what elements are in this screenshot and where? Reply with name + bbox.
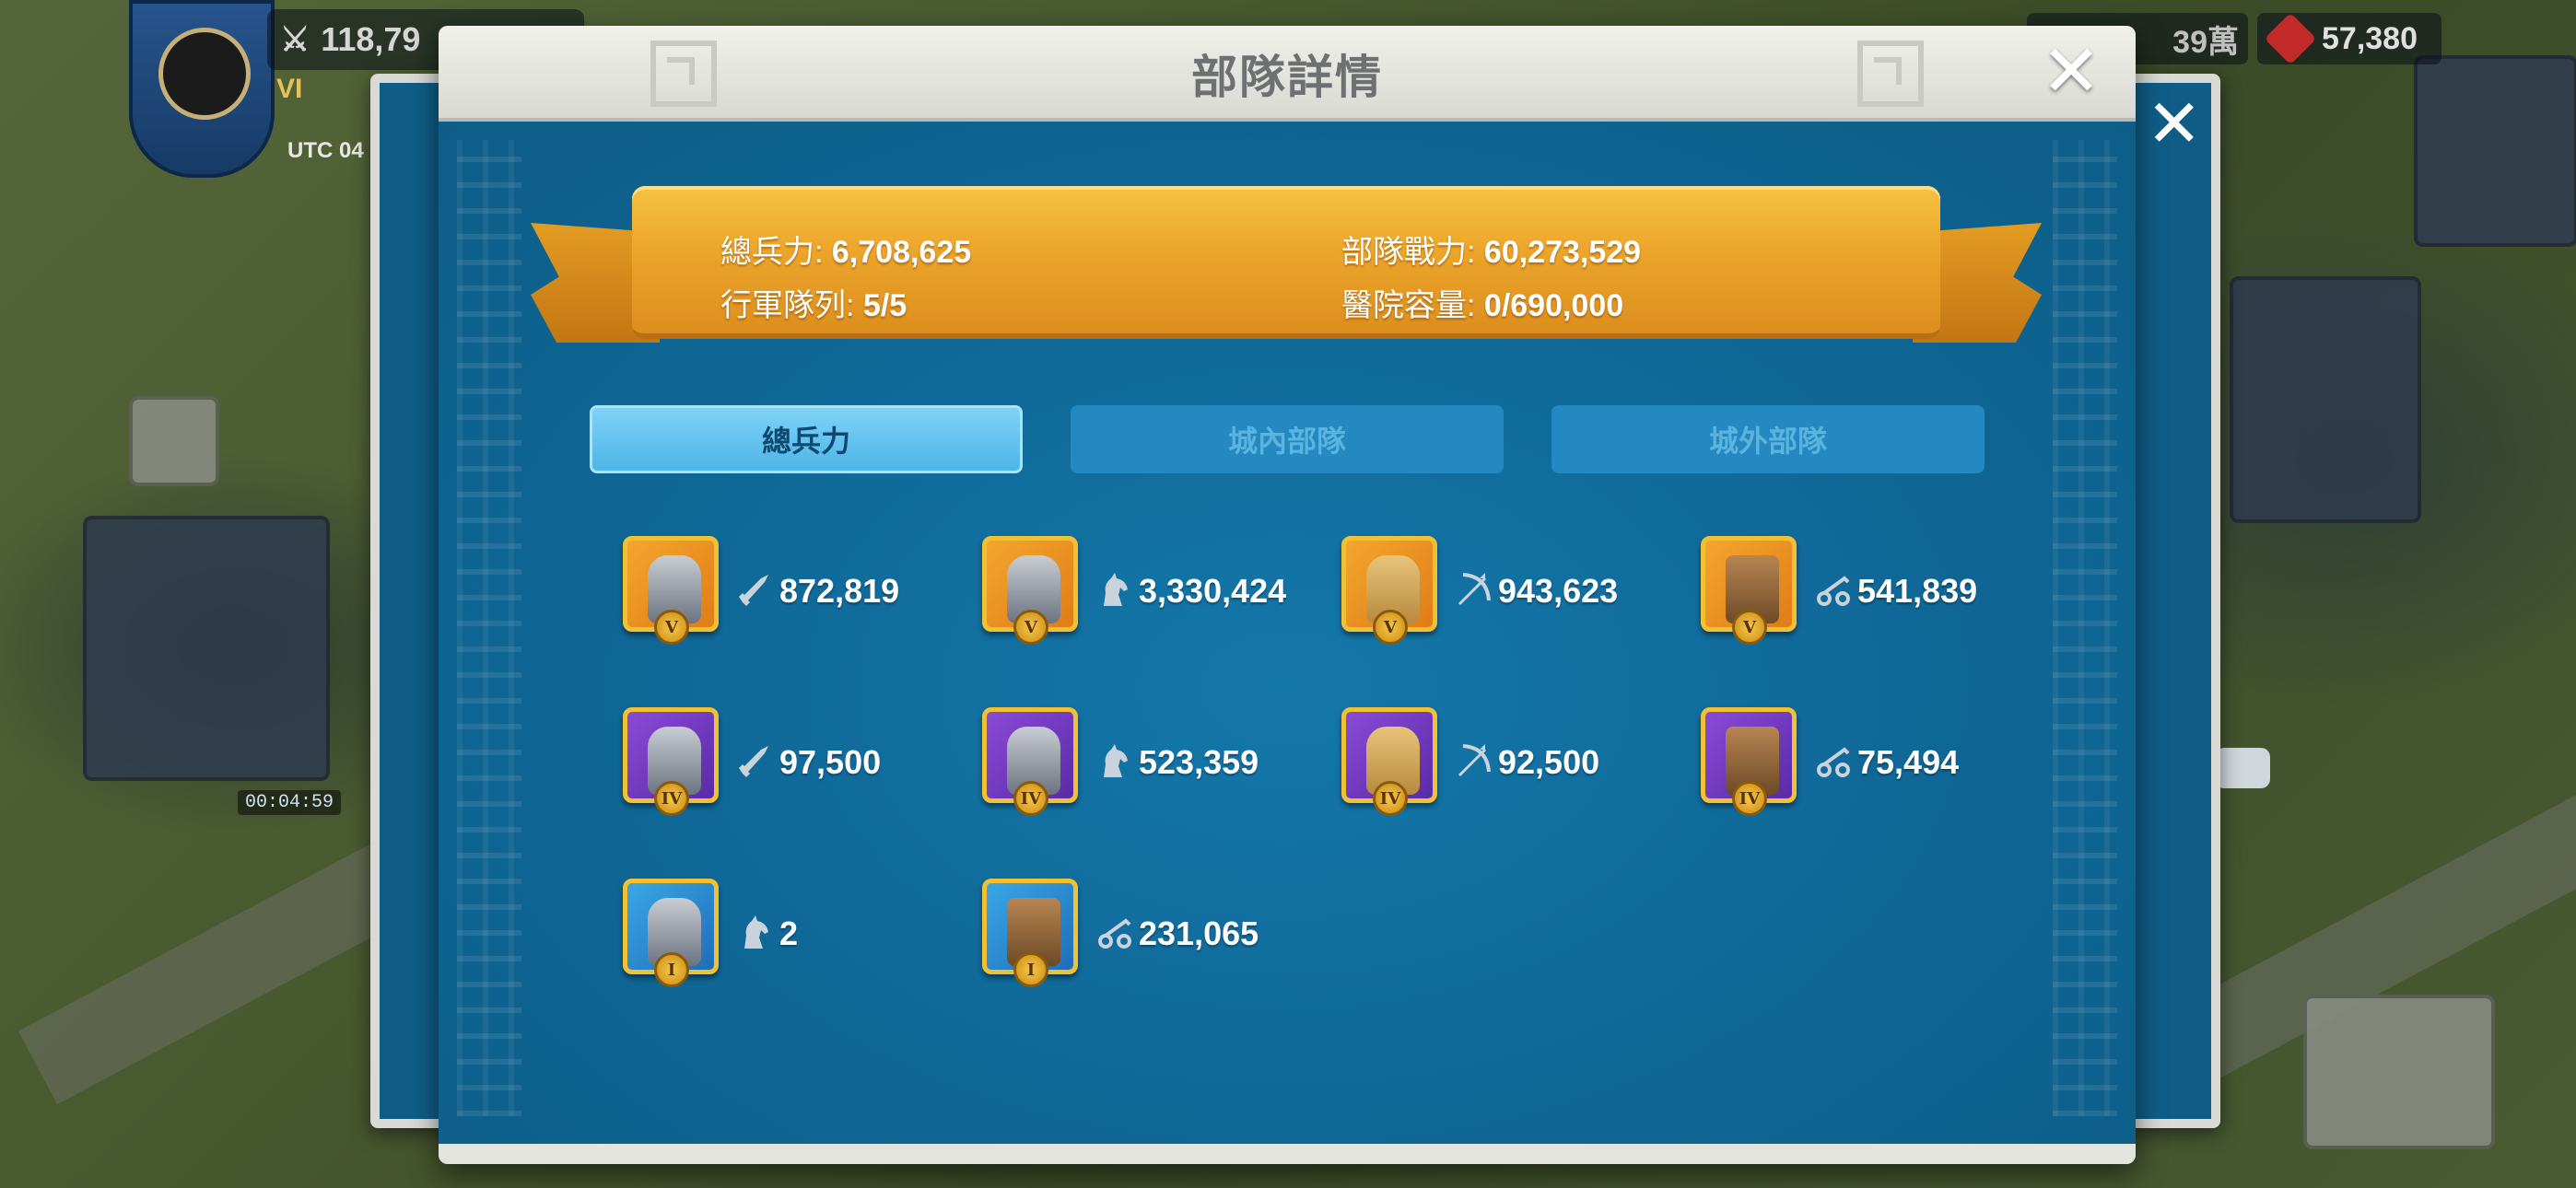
archer-bow-icon	[1437, 571, 1498, 611]
tier-badge: IV	[1013, 781, 1048, 816]
troop-portrait[interactable]: IV	[623, 707, 719, 818]
troop-count: 872,819	[779, 572, 900, 610]
march-queue-stat: 行軍隊列: 5/5	[720, 288, 907, 323]
troop-entry-archer-tier-v[interactable]: V 943,623	[1341, 536, 1618, 646]
summary-ribbon: 總兵力: 6,708,625 部隊戰力: 60,273,529 行軍隊列: 5/…	[531, 186, 2042, 361]
troop-entry-cavalry-tier-iv[interactable]: IV 523,359	[982, 707, 1259, 818]
tier-badge: IV	[1373, 781, 1408, 816]
troop-portrait[interactable]: I	[623, 879, 719, 989]
troop-count: 92,500	[1498, 743, 1600, 781]
infantry-sword-icon	[719, 571, 779, 611]
troop-entry-archer-tier-iv[interactable]: IV 92,500	[1341, 707, 1599, 818]
troop-count: 75,494	[1857, 743, 1960, 781]
siege-catapult-icon	[1797, 571, 1857, 611]
dialog-title: 部隊詳情	[1191, 51, 1383, 104]
vip-badge[interactable]: VI	[276, 74, 302, 105]
troop-details-dialog: 部隊詳情 ✕ 總兵力: 6,708,625 部隊戰力: 60,273,529 行…	[439, 26, 2136, 1164]
resource-value: 39萬	[2172, 24, 2239, 60]
troop-portrait[interactable]: V	[623, 536, 719, 646]
key-border-left	[457, 140, 521, 1116]
key-border-right	[2053, 140, 2117, 1116]
troop-count: 3,330,424	[1139, 572, 1287, 610]
gem-icon	[2264, 12, 2317, 65]
close-icon[interactable]: ✕	[2147, 85, 2202, 162]
tier-badge: V	[1732, 610, 1767, 645]
troop-portrait[interactable]: V	[1701, 536, 1797, 646]
siege-catapult-icon	[1797, 742, 1857, 783]
troop-entry-infantry-tier-v[interactable]: V 872,819	[623, 536, 899, 646]
troop-portrait[interactable]: IV	[1701, 707, 1797, 818]
tier-badge: I	[1013, 952, 1048, 987]
infantry-sword-icon	[719, 742, 779, 783]
troop-entry-siege-tier-v[interactable]: V 541,839	[1701, 536, 1977, 646]
cavalry-horse-icon	[1078, 742, 1139, 783]
troop-entry-siege-tier-i[interactable]: I 231,065	[982, 879, 1259, 989]
gem-count: 57,380	[2322, 20, 2418, 56]
troop-count: 943,623	[1498, 572, 1619, 610]
hospital-capacity-stat: 醫院容量: 0/690,000	[1341, 288, 1624, 323]
tier-badge: V	[1373, 610, 1408, 645]
troop-portrait[interactable]: IV	[982, 707, 1078, 818]
troop-portrait[interactable]: V	[982, 536, 1078, 646]
tab-total-troops[interactable]: 總兵力	[590, 405, 1023, 473]
player-avatar[interactable]	[158, 28, 251, 120]
archer-bow-icon	[1437, 742, 1498, 783]
siege-catapult-icon	[1078, 914, 1139, 954]
cavalry-horse-icon	[719, 914, 779, 954]
close-button[interactable]: ✕	[2034, 35, 2108, 109]
tier-badge: I	[654, 952, 689, 987]
dialog-header: 部隊詳情 ✕	[439, 26, 2136, 122]
troop-power-stat: 部隊戰力: 60,273,529	[1341, 235, 1642, 270]
dialog-footer	[439, 1144, 2136, 1164]
troop-count: 523,359	[1139, 743, 1259, 781]
tier-badge: V	[654, 610, 689, 645]
power-icon: ⚔	[280, 20, 310, 58]
tier-badge: V	[1013, 610, 1048, 645]
chat-bubble-icon[interactable]	[2215, 748, 2270, 788]
troop-count: 97,500	[779, 743, 882, 781]
tier-badge: IV	[1732, 781, 1767, 816]
troop-entry-infantry-tier-iv[interactable]: IV 97,500	[623, 707, 881, 818]
troop-portrait[interactable]: IV	[1341, 707, 1437, 818]
troop-count: 541,839	[1857, 572, 1978, 610]
gem-display[interactable]: 57,380	[2257, 12, 2441, 65]
tab-outside-city[interactable]: 城外部隊	[1551, 405, 1985, 473]
build-timer: 00:04:59	[238, 790, 342, 815]
tier-badge: IV	[654, 781, 689, 816]
troop-portrait[interactable]: V	[1341, 536, 1437, 646]
troop-entry-cavalry-tier-i[interactable]: I2	[623, 879, 798, 989]
total-troops-stat: 總兵力: 6,708,625	[720, 235, 972, 270]
tab-in-city[interactable]: 城內部隊	[1071, 405, 1504, 473]
utc-clock: UTC 04	[287, 138, 364, 163]
troop-entry-cavalry-tier-v[interactable]: V 3,330,424	[982, 536, 1286, 646]
troop-portrait[interactable]: I	[982, 879, 1078, 989]
troop-count: 231,065	[1139, 914, 1259, 952]
power-value: 118,79	[321, 20, 421, 58]
troop-count: 2	[779, 914, 799, 952]
alliance-banner[interactable]	[129, 0, 275, 178]
troop-entry-siege-tier-iv[interactable]: IV 75,494	[1701, 707, 1959, 818]
dialog-body: 總兵力: 6,708,625 部隊戰力: 60,273,529 行軍隊列: 5/…	[439, 122, 2136, 1153]
cavalry-horse-icon	[1078, 571, 1139, 611]
